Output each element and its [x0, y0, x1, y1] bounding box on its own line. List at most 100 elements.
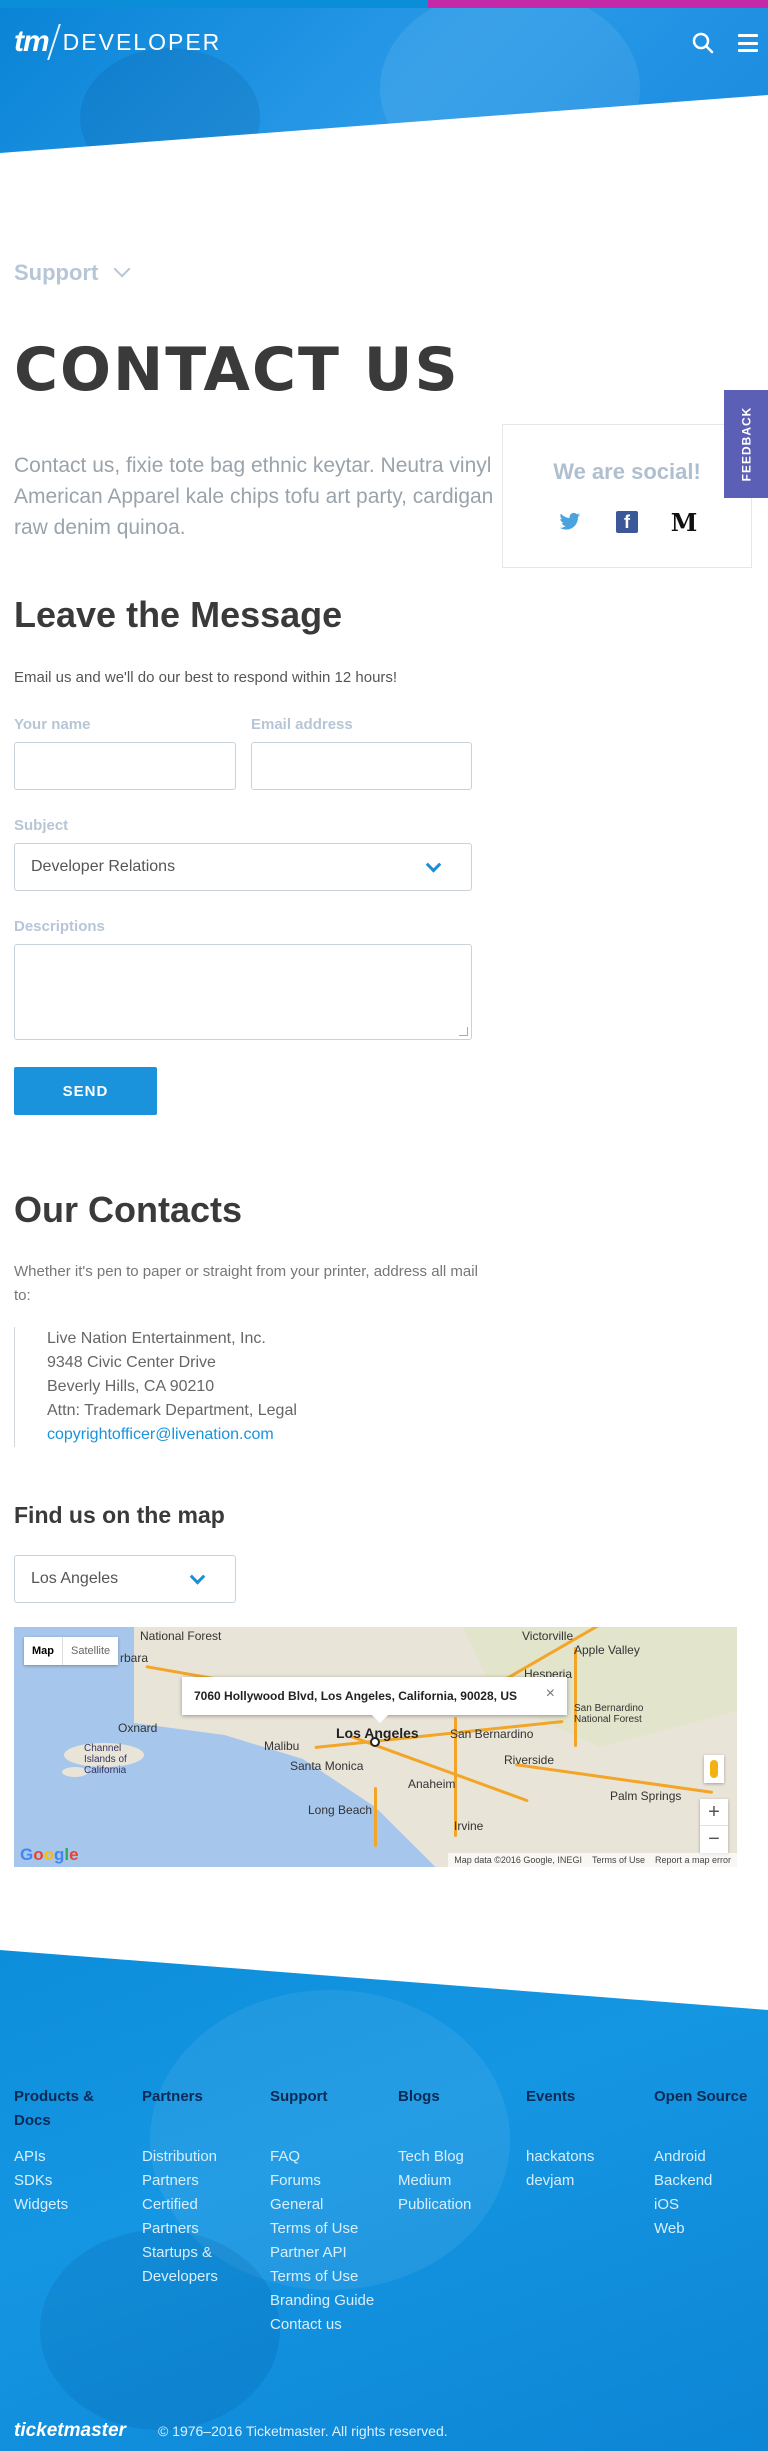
footer-col-heading: Products & Docs: [14, 2088, 95, 2129]
chevron-down-icon: [425, 857, 442, 873]
social-box: We are social! f M: [502, 424, 752, 568]
map-marker-icon[interactable]: [370, 1737, 380, 1747]
message-note: Email us and we'll do our best to respon…: [14, 669, 398, 686]
name-input[interactable]: [15, 743, 235, 789]
send-button[interactable]: SEND: [14, 1067, 157, 1115]
map-zoom-controls: + −: [700, 1799, 728, 1853]
chevron-down-icon: [189, 1569, 206, 1585]
page-title: CONTACT US: [14, 335, 460, 405]
support-dropdown[interactable]: Support: [14, 260, 131, 286]
address-line: Live Nation Entertainment, Inc.: [47, 1330, 266, 1347]
footer-link[interactable]: Terms of Use: [270, 2217, 380, 2241]
footer-link[interactable]: APIs: [14, 2145, 124, 2169]
map-label: National Forest: [140, 1629, 222, 1643]
medium-icon[interactable]: M: [671, 508, 698, 537]
footer-link[interactable]: Tech Blog: [398, 2145, 508, 2169]
footer-link[interactable]: Branding Guide: [270, 2289, 380, 2313]
footer-col-heading: Blogs: [398, 2088, 440, 2105]
map-terms-link[interactable]: Terms of Use: [592, 1855, 645, 1865]
footer-link[interactable]: SDKs: [14, 2169, 124, 2193]
name-label: Your name: [14, 716, 91, 733]
map-info-window: 7060 Hollywood Blvd, Los Angeles, Califo…: [182, 1677, 567, 1723]
map-label: Anaheim: [408, 1777, 456, 1791]
map-toggle-map[interactable]: Map: [24, 1637, 62, 1665]
footer-link[interactable]: Partner API: [270, 2241, 380, 2265]
map-label: San Bernardino National Forest: [574, 1703, 644, 1725]
map-label: Santa Monica: [290, 1759, 364, 1773]
address-line: Beverly Hills, CA 90210: [47, 1378, 215, 1395]
footer-link[interactable]: General: [270, 2193, 380, 2217]
map-label: Riverside: [504, 1753, 555, 1767]
message-heading: Leave the Message: [14, 594, 343, 635]
feedback-tab[interactable]: FEEDBACK: [724, 390, 768, 498]
footer-col-products: Products & Docs APIs SDKs Widgets: [14, 2085, 124, 2217]
zoom-out-button[interactable]: −: [700, 1826, 728, 1853]
subject-label: Subject: [14, 817, 69, 834]
map-label: Malibu: [264, 1739, 300, 1753]
address-line: Attn: Trademark Department, Legal: [47, 1402, 297, 1419]
footer-link[interactable]: Terms of Use: [270, 2265, 380, 2289]
support-label: Support: [14, 260, 99, 285]
footer-link[interactable]: iOS: [654, 2193, 766, 2217]
footer-link[interactable]: Backend: [654, 2169, 766, 2193]
map-type-toggle[interactable]: Map Satellite: [24, 1637, 119, 1665]
footer-link[interactable]: FAQ: [270, 2145, 380, 2169]
logo-developer: DEVELOPER: [62, 28, 222, 55]
street-view-pegman-icon[interactable]: [704, 1755, 724, 1783]
footer-col-heading: Partners: [142, 2088, 203, 2105]
footer-col-heading: Open Source: [654, 2088, 748, 2105]
map-label: rbara: [120, 1651, 149, 1665]
footer-link[interactable]: Medium: [398, 2169, 508, 2193]
map-label: Channel Islands of California: [84, 1743, 127, 1776]
copyright: © 1976–2016 Ticketmaster. All rights res…: [157, 2423, 448, 2439]
resize-handle-icon[interactable]: [459, 1027, 468, 1036]
city-select[interactable]: Los Angeles: [14, 1555, 236, 1603]
map-report-link[interactable]: Report a map error: [655, 1855, 731, 1865]
map-label: Oxnard: [118, 1721, 158, 1735]
subject-select[interactable]: Developer Relations: [14, 843, 472, 891]
map-toggle-satellite[interactable]: Satellite: [62, 1637, 118, 1665]
email-label: Email address: [251, 716, 353, 733]
footer-col-blogs: Blogs Tech Blog Medium Publication: [398, 2085, 508, 2217]
footer-link[interactable]: devjam: [526, 2169, 636, 2193]
map-label: Palm Springs: [610, 1789, 682, 1803]
footer-link[interactable]: Startups & Developers: [142, 2241, 252, 2289]
twitter-icon[interactable]: [559, 511, 581, 533]
facebook-icon[interactable]: f: [616, 511, 638, 533]
map-attribution: Map data ©2016 Google, INEGI Terms of Us…: [448, 1853, 737, 1867]
footer-link[interactable]: Forums: [270, 2169, 380, 2193]
footer-link[interactable]: Widgets: [14, 2193, 124, 2217]
footer-link[interactable]: Distribution Partners: [142, 2145, 252, 2193]
email-field[interactable]: [251, 742, 472, 790]
footer-link[interactable]: Android: [654, 2145, 766, 2169]
footer-col-support: Support FAQ Forums General Terms of Use …: [270, 2085, 380, 2337]
google-map[interactable]: National Forest rbara Victorville Apple …: [14, 1627, 737, 1867]
map-label: Irvine: [454, 1819, 484, 1833]
descriptions-textarea[interactable]: [15, 945, 471, 1039]
contacts-note: Whether it's pen to paper or straight fr…: [14, 1263, 478, 1304]
search-icon[interactable]: [692, 32, 714, 54]
subject-value: Developer Relations: [31, 858, 176, 875]
contact-email-link[interactable]: copyrightofficer@livenation.com: [47, 1423, 297, 1447]
footer-link[interactable]: Contact us: [270, 2313, 380, 2337]
descriptions-field[interactable]: [14, 944, 472, 1040]
social-title: We are social!: [553, 459, 701, 484]
map-heading: Find us on the map: [14, 1502, 225, 1528]
close-icon[interactable]: ×: [546, 1685, 555, 1703]
footer-col-events: Events hackatons devjam: [526, 2085, 636, 2193]
footer-col-open-source: Open Source Android Backend iOS Web: [654, 2085, 766, 2241]
hamburger-menu-icon[interactable]: [738, 34, 758, 52]
chevron-down-icon: [113, 260, 131, 278]
email-input[interactable]: [252, 743, 471, 789]
footer-link[interactable]: Web: [654, 2217, 766, 2241]
footer-link[interactable]: Publication: [398, 2193, 508, 2217]
ticketmaster-logo[interactable]: ticketmaster: [14, 2420, 126, 2442]
footer-link[interactable]: Certified Partners: [142, 2193, 252, 2241]
site-logo[interactable]: tm DEVELOPER: [14, 24, 221, 60]
footer-link[interactable]: hackatons: [526, 2145, 636, 2169]
contacts-heading: Our Contacts: [14, 1189, 243, 1230]
name-field[interactable]: [14, 742, 236, 790]
map-label: Apple Valley: [574, 1643, 640, 1657]
intro-text: Contact us, fixie tote bag ethnic keytar…: [14, 454, 494, 539]
zoom-in-button[interactable]: +: [700, 1799, 728, 1826]
